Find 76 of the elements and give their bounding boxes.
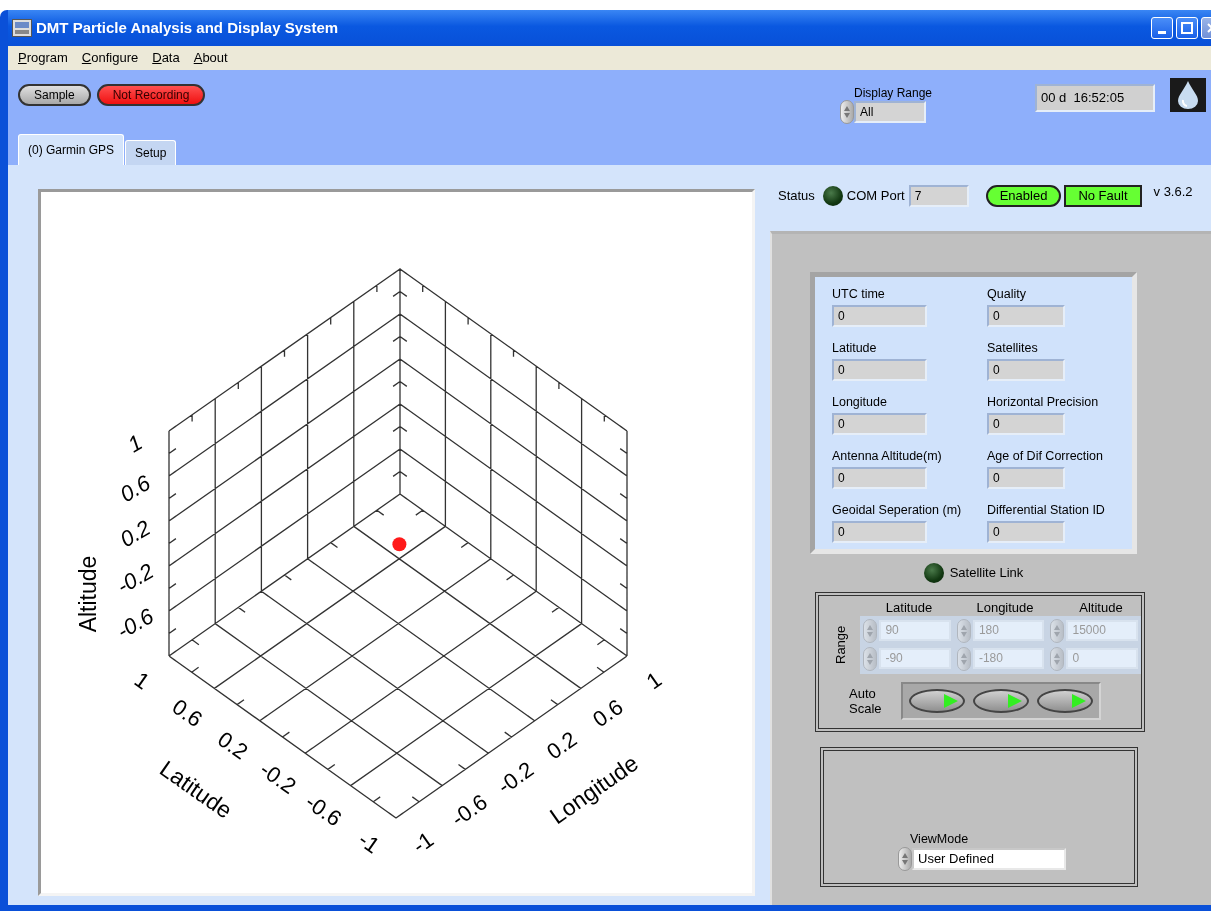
display-range-field[interactable]: All [854, 101, 926, 124]
elapsed-time-display: 00 d 16:52:05 [1035, 84, 1155, 112]
menu-item[interactable]: Configure [81, 50, 139, 66]
menu-item[interactable]: Program [18, 50, 68, 66]
maximize-button[interactable] [1176, 17, 1198, 39]
tick-label: -0.6 [446, 789, 492, 832]
status-label: Status [778, 188, 815, 204]
gps-value-field: 0 [987, 467, 1065, 489]
field-label: UTC time [832, 287, 886, 302]
field-label: Differential Station ID [987, 503, 1106, 518]
spin-button[interactable] [898, 846, 912, 871]
enabled-indicator: Enabled [985, 185, 1062, 207]
field-label: Quality [987, 287, 1027, 302]
tick-label: -0.2 [112, 558, 158, 599]
tick-label: 1 [129, 666, 155, 695]
tick-label: 0.6 [115, 470, 155, 507]
field-label: Longitude [832, 395, 888, 410]
view-mode-label: ViewMode [910, 831, 970, 847]
gps-value-field: 0 [987, 521, 1065, 543]
tick-label: 0.6 [167, 694, 208, 733]
tick-label: -1 [407, 826, 439, 859]
gps-value-field: 0 [987, 305, 1065, 327]
window-title: DMT Particle Analysis and Display System [36, 19, 339, 37]
sample-button[interactable]: Sample [18, 84, 91, 106]
spin-button[interactable] [840, 100, 854, 125]
gps-value-field: 0 [832, 359, 927, 381]
minimize-button[interactable] [1151, 17, 1173, 39]
range-label: Range [833, 624, 849, 666]
play-arrow-icon [943, 692, 959, 709]
tick-label: 1 [123, 429, 147, 458]
play-arrow-icon [1071, 692, 1087, 709]
com-port-label: COM Port [846, 188, 905, 204]
field-label: Latitude [832, 341, 878, 356]
recording-button[interactable]: Not Recording [96, 84, 206, 106]
column-header: Altitude [1078, 600, 1124, 616]
tab[interactable]: (0) Garmin GPS [18, 134, 124, 165]
tick-label: 0.2 [115, 515, 155, 552]
maximize-icon [1181, 22, 1193, 34]
gps-value-field: 0 [987, 359, 1065, 381]
tick-label: 0.6 [588, 694, 628, 733]
app-icon [12, 19, 32, 37]
field-label: Satellites [987, 341, 1039, 356]
tick-label: -0.2 [492, 756, 539, 799]
field-label: Age of Dif Correction [987, 449, 1105, 464]
gps-value-field: 0 [987, 413, 1065, 435]
field-label: Antenna Altitude(m) [832, 449, 943, 464]
field-label: Horizontal Precision [987, 395, 1100, 410]
minimize-icon [1158, 30, 1166, 34]
menu-item[interactable]: Data [152, 50, 180, 66]
tick-label: -0.6 [112, 603, 158, 644]
axis-title: Altitude [75, 555, 102, 633]
gps-value-field: 0 [832, 413, 927, 435]
gps-value-field: 0 [832, 521, 927, 543]
gps-value-field: 0 [832, 305, 927, 327]
gps-value-field: 0 [832, 467, 927, 489]
menu-item[interactable]: About [193, 50, 228, 66]
water-drop-icon [1170, 78, 1206, 112]
tick-label: -0.6 [300, 789, 347, 832]
tick-label: 1 [641, 666, 667, 695]
view-mode-field[interactable]: User Defined [912, 847, 1066, 870]
fault-indicator: No Fault [1064, 185, 1142, 207]
tick-label: 0.2 [541, 726, 582, 765]
column-header: Latitude [884, 600, 934, 616]
satellite-link-label: Satellite Link [949, 565, 1024, 581]
data-point [392, 537, 407, 552]
auto-scale-label: Auto Scale [849, 685, 883, 716]
field-label: Geoidal Seperation (m) [832, 503, 963, 518]
com-port-field[interactable]: 7 [908, 185, 969, 207]
tick-label: -0.2 [255, 756, 301, 799]
tick-label: -1 [353, 826, 385, 859]
tick-label: 0.2 [213, 726, 253, 765]
display-range-label: Display Range [854, 86, 933, 101]
version-label: v 3.6.2 [1153, 184, 1193, 200]
play-arrow-icon [1007, 692, 1023, 709]
column-header: Longitude [975, 600, 1035, 616]
tab[interactable]: Setup [125, 140, 177, 165]
